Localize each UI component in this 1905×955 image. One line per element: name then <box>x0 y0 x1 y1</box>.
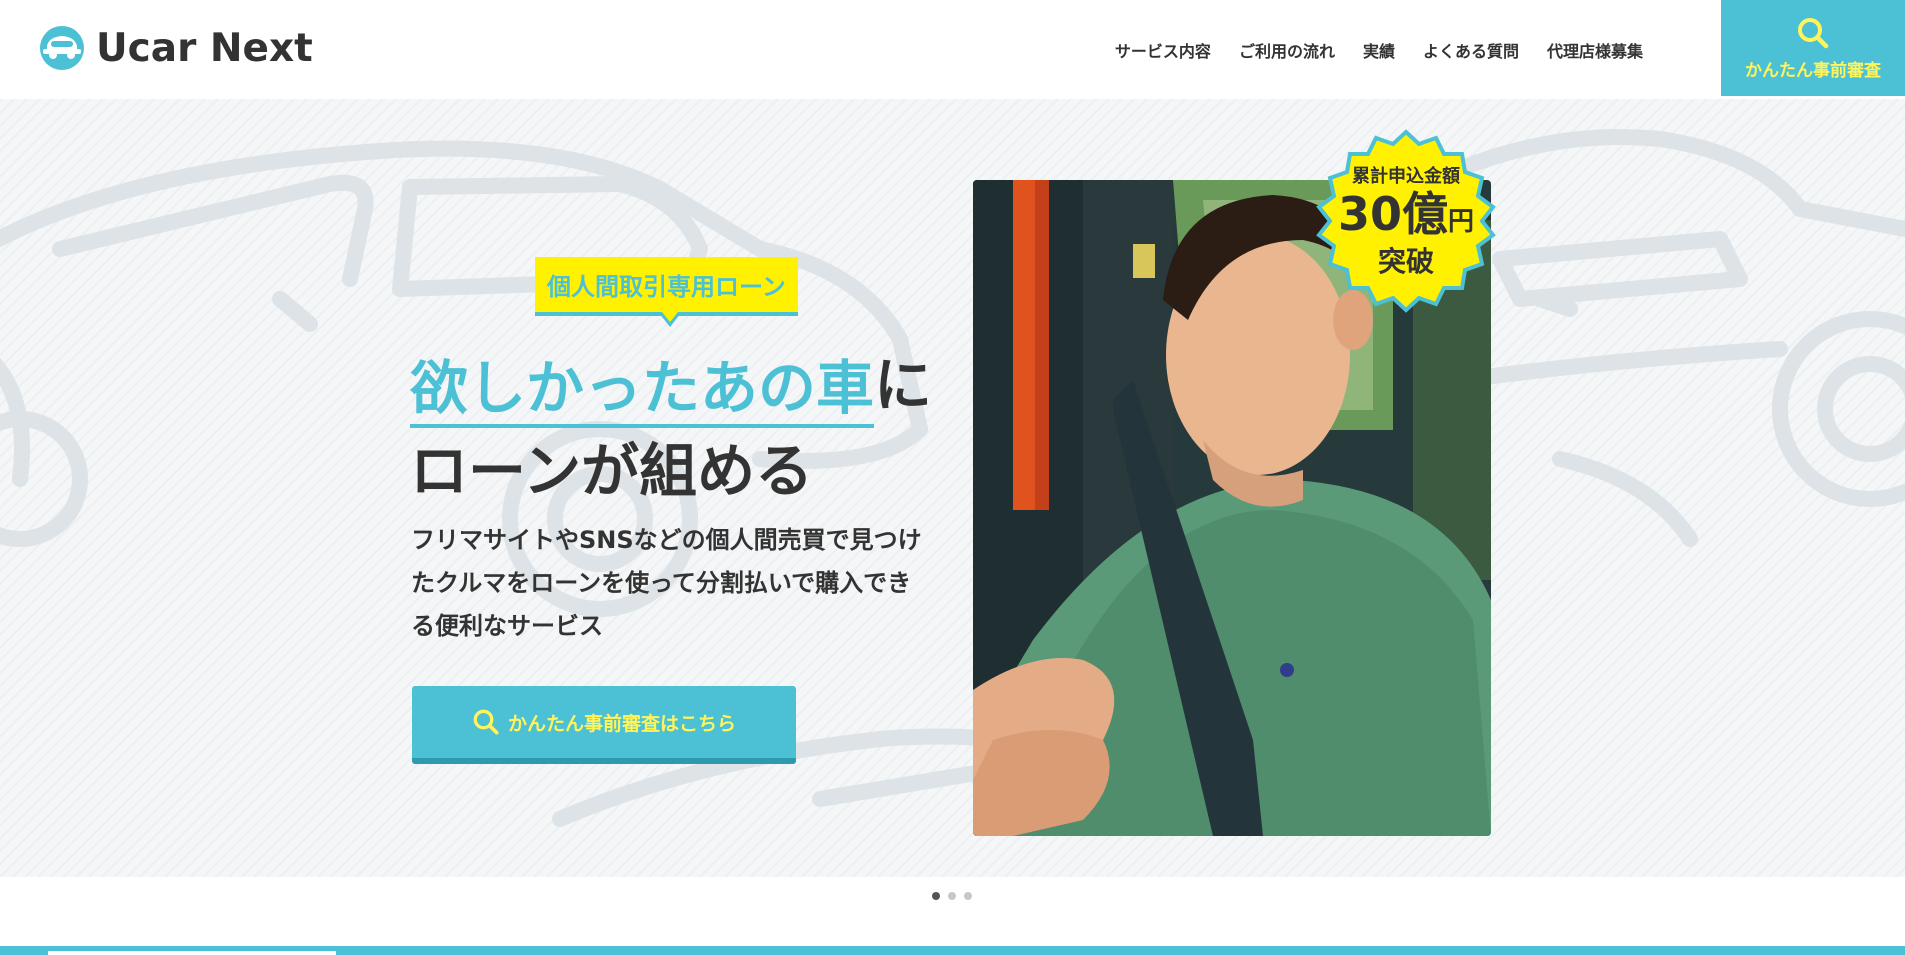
slider-dot-2[interactable] <box>948 892 956 900</box>
product-tag-label: 個人間取引専用ローン <box>547 273 786 301</box>
hero-headline: 欲しかったあの車 に ローンが組める <box>410 342 932 514</box>
nav-item-flow[interactable]: ご利用の流れ <box>1239 38 1335 62</box>
badge-amount: 30億 円 <box>1338 188 1474 240</box>
pre-screening-button[interactable]: かんたん事前審査はこちら <box>412 686 796 764</box>
badge-caption: 累計申込金額 <box>1352 166 1460 187</box>
nav-item-faq[interactable]: よくある質問 <box>1423 38 1519 62</box>
badge-number: 30億 <box>1337 187 1448 241</box>
site-header: Ucar Next サービス内容 ご利用の流れ 実績 よくある質問 代理店様募集… <box>0 0 1905 99</box>
header-cta-label: かんたん事前審査 <box>1745 60 1881 81</box>
product-tag: 個人間取引専用ローン <box>535 257 798 316</box>
slider-dots <box>932 892 972 900</box>
main-nav: サービス内容 ご利用の流れ 実績 よくある質問 代理店様募集 <box>1115 38 1643 62</box>
cta-label: かんたん事前審査はこちら <box>507 712 736 735</box>
headline-suffix: に <box>874 351 933 419</box>
car-logo-icon <box>40 26 84 70</box>
headline-line-2: ローンが組める <box>410 437 814 505</box>
section-divider-highlight <box>48 951 336 955</box>
headline-accent: 欲しかったあの車 <box>410 352 875 428</box>
logo-text: Ucar Next <box>96 25 313 71</box>
search-icon <box>473 709 499 735</box>
slider-dot-1[interactable] <box>932 892 940 900</box>
nav-item-results[interactable]: 実績 <box>1363 38 1395 62</box>
header-pre-screening-button[interactable]: かんたん事前審査 <box>1721 0 1905 96</box>
nav-item-service[interactable]: サービス内容 <box>1115 38 1211 62</box>
hero-description: フリマサイトやSNSなどの個人間売買で見つけたクルマをローンを使って分割払いで購… <box>411 526 922 640</box>
badge-suffix: 突破 <box>1377 245 1434 278</box>
slider-dot-3[interactable] <box>964 892 972 900</box>
car-outline-background <box>0 129 1905 827</box>
badge-unit: 円 <box>1448 207 1475 237</box>
search-icon <box>1798 17 1829 48</box>
hero-slider: 個人間取引専用ローン 欲しかったあの車 に ローンが組める フリマサイトやSNS… <box>0 99 1905 877</box>
tag-tail-fill <box>662 312 678 322</box>
nav-item-agency[interactable]: 代理店様募集 <box>1547 38 1643 62</box>
badge-text: 累計申込金額 30億 円 突破 <box>1311 126 1501 316</box>
headline-line-1: 欲しかったあの車 に <box>410 342 932 428</box>
logo[interactable]: Ucar Next <box>38 24 313 72</box>
